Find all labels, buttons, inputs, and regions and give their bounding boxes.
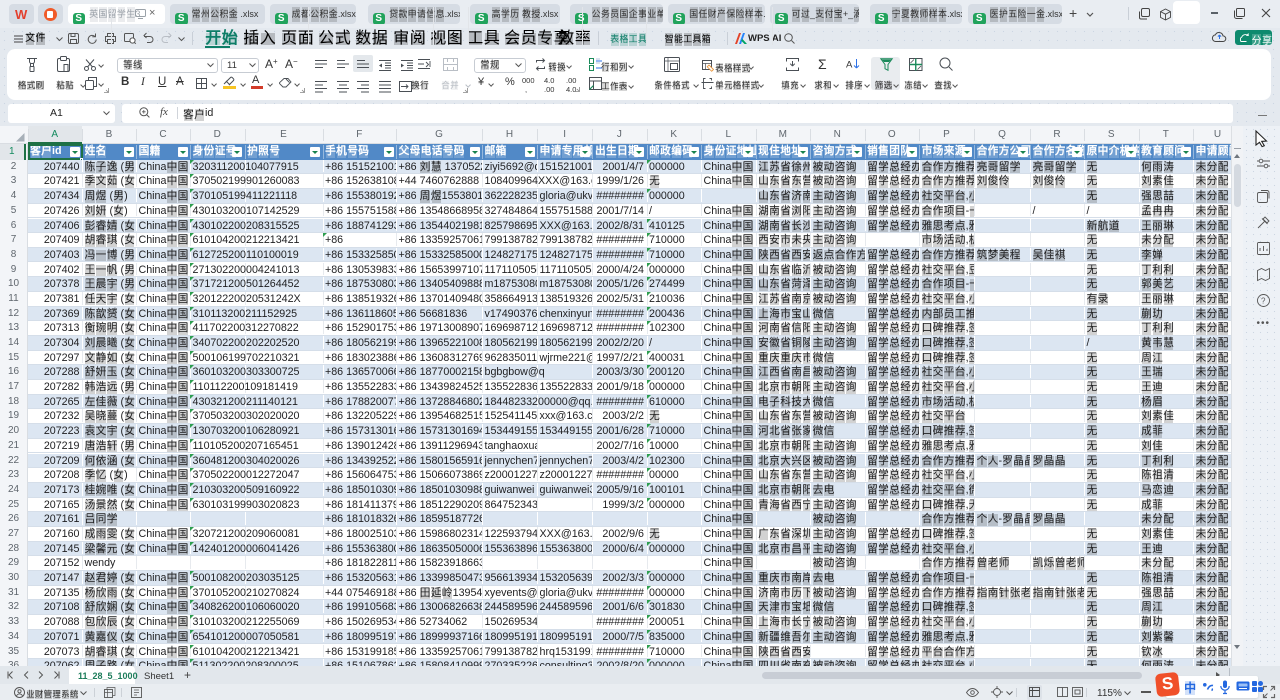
svg-text:?: ? (1261, 297, 1266, 306)
svg-text:A: A (846, 60, 853, 71)
